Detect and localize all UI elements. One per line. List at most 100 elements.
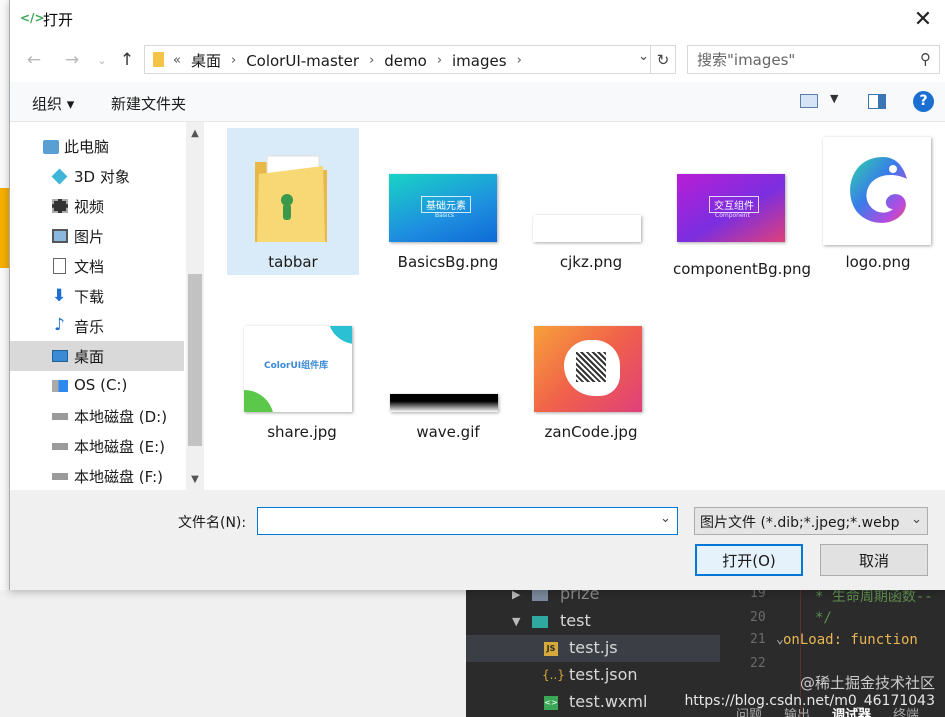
cancel-button[interactable]: 取消 xyxy=(820,544,928,576)
file-name: wave.gif xyxy=(416,423,480,441)
tree-item-label: test.js xyxy=(569,638,618,657)
recent-locations-button[interactable]: ⌄ xyxy=(90,47,114,73)
arrow-left-icon: ← xyxy=(26,50,42,70)
open-button[interactable]: 打开(O) xyxy=(695,544,803,576)
tree-item-test-js[interactable]: JS test.js xyxy=(466,635,720,662)
nav-item-videos[interactable]: 视频 xyxy=(10,191,184,221)
file-item-tabbar[interactable]: tabbar xyxy=(227,128,359,275)
tree-item-label: prize xyxy=(560,590,600,603)
refresh-button[interactable]: ↻ xyxy=(650,46,675,73)
nav-item-this-pc[interactable]: 此电脑 xyxy=(10,131,184,161)
organize-menu[interactable]: 组织 ▾ xyxy=(32,93,74,114)
arrow-up-icon: ↑ xyxy=(119,50,135,70)
image-thumbnail: ColorUI组件库 xyxy=(244,326,352,412)
scrollbar-thumb[interactable] xyxy=(188,274,202,446)
tree-item-label: test.wxml xyxy=(569,692,648,711)
nav-item-label: 本地磁盘 (E:) xyxy=(74,438,166,456)
close-button[interactable]: ✕ xyxy=(900,0,945,38)
view-options-icon[interactable] xyxy=(800,94,818,108)
file-name: tabbar xyxy=(268,253,318,271)
nav-item-pictures[interactable]: 图片 xyxy=(10,221,184,251)
tree-item-test[interactable]: ▼ test xyxy=(466,608,720,635)
nav-item-drive-d[interactable]: 本地磁盘 (D:) xyxy=(10,401,184,431)
file-item-logo[interactable]: logo.png xyxy=(812,128,944,275)
nav-item-drive-f[interactable]: 本地磁盘 (F:) xyxy=(10,461,184,491)
nav-item-music[interactable]: ♪ 音乐 xyxy=(10,311,184,341)
chevron-up-icon[interactable]: ▲ xyxy=(186,124,204,142)
back-button[interactable]: ← xyxy=(22,47,46,73)
tree-item-label: test.json xyxy=(569,665,638,684)
thumbnail-caption: 基础元素 xyxy=(421,196,471,213)
search-icon[interactable]: ⚲ xyxy=(920,50,931,68)
chevron-right-icon[interactable]: › xyxy=(369,53,374,68)
nav-item-desktop[interactable]: 桌面 xyxy=(10,341,184,371)
dialog-title: 打开 xyxy=(43,11,74,29)
chevron-down-icon[interactable]: ⌄ xyxy=(638,49,649,64)
file-list: tabbar 基础元素 Basics BasicsBg.png cjkz.png… xyxy=(214,122,945,490)
file-item-share[interactable]: ColorUI组件库 share.jpg xyxy=(236,318,368,448)
qr-code-icon xyxy=(576,352,606,382)
chevron-down-icon: ⌄ xyxy=(911,512,922,527)
chevron-down-icon: ⌄ xyxy=(97,53,107,67)
help-icon[interactable]: ? xyxy=(913,91,934,112)
code-line: * 生命周期函数-- xyxy=(815,590,933,605)
chevron-down-icon: ▼ xyxy=(512,615,521,628)
file-name: componentBg.png xyxy=(673,260,811,278)
nav-item-drive-e[interactable]: 本地磁盘 (E:) xyxy=(10,431,184,461)
nav-item-label: 文档 xyxy=(74,258,105,276)
breadcrumb-demo[interactable]: demo xyxy=(384,52,427,70)
nav-item-documents[interactable]: 文档 xyxy=(10,251,184,281)
chevron-right-icon[interactable]: › xyxy=(437,53,442,68)
filename-label: 文件名(N): xyxy=(178,515,247,531)
preview-pane-icon[interactable] xyxy=(868,94,886,109)
drive-icon xyxy=(52,473,68,480)
nav-item-label: 本地磁盘 (D:) xyxy=(74,408,168,426)
file-item-cjkz[interactable]: cjkz.png xyxy=(525,128,657,275)
chevron-right-icon[interactable]: › xyxy=(231,53,236,68)
tree-item-test-json[interactable]: {..} test.json xyxy=(466,662,720,689)
new-folder-button[interactable]: 新建文件夹 xyxy=(111,93,186,114)
line-number: 20 xyxy=(750,610,766,625)
tree-item-test-wxml[interactable]: <> test.wxml xyxy=(466,689,720,716)
file-item-componentbg[interactable]: 交互组件 Component componentBg.png xyxy=(669,128,811,298)
refresh-icon: ↻ xyxy=(656,50,670,69)
dialog-titlebar[interactable]: </> 打开 ✕ xyxy=(10,0,945,38)
breadcrumb-overflow[interactable]: « xyxy=(173,53,181,68)
navigation-bar: ← → ⌄ ↑ « 桌面 › ColorUI-master › demo › i… xyxy=(10,38,945,82)
js-file-icon: JS xyxy=(544,642,558,656)
tree-item-prize[interactable]: ▶ prize xyxy=(466,590,720,608)
nav-item-label: 视频 xyxy=(74,198,105,216)
nav-item-label: 此电脑 xyxy=(64,138,110,156)
thumbnail-caption: ColorUI组件库 xyxy=(264,361,329,371)
chevron-down-icon[interactable]: ⌄ xyxy=(660,511,671,526)
chevron-down-icon[interactable]: ▼ xyxy=(186,470,204,488)
wxml-file-icon: <> xyxy=(544,696,558,710)
file-item-wave[interactable]: wave.gif xyxy=(382,318,514,448)
documents-icon xyxy=(53,258,66,274)
nav-item-os-c[interactable]: OS (C:) xyxy=(10,371,184,401)
line-number: 22 xyxy=(750,656,766,671)
search-input[interactable] xyxy=(688,46,908,73)
nav-scrollbar[interactable]: ▲ ▼ xyxy=(186,122,204,490)
chevron-right-icon[interactable]: › xyxy=(517,53,522,68)
file-item-basicsbg[interactable]: 基础元素 Basics BasicsBg.png xyxy=(382,128,514,275)
forward-button[interactable]: → xyxy=(60,47,84,73)
filetype-select[interactable]: 图片文件 (*.dib;*.jpeg;*.webp ⌄ xyxy=(694,507,928,535)
breadcrumb-desktop[interactable]: 桌面 xyxy=(191,50,221,71)
address-bar[interactable]: « 桌面 › ColorUI-master › demo › images › … xyxy=(144,45,676,74)
drive-icon xyxy=(52,413,68,420)
nav-item-downloads[interactable]: ⬇ 下载 xyxy=(10,281,184,311)
breadcrumb-images[interactable]: images xyxy=(452,52,507,70)
image-thumbnail xyxy=(390,394,498,412)
up-button[interactable]: ↑ xyxy=(115,47,139,73)
file-name: cjkz.png xyxy=(559,253,623,271)
nav-item-3d-objects[interactable]: 3D 对象 xyxy=(10,161,184,191)
file-item-zancode[interactable]: zanCode.jpg xyxy=(525,318,657,448)
json-file-icon: {..} xyxy=(542,668,565,682)
breadcrumb-colorui-master[interactable]: ColorUI-master xyxy=(246,52,359,70)
chevron-down-icon[interactable]: ▼ xyxy=(830,92,838,105)
drive-icon xyxy=(52,443,68,450)
filename-input[interactable] xyxy=(257,507,678,535)
search-box[interactable]: ⚲ xyxy=(687,45,940,74)
nav-item-label: 图片 xyxy=(74,228,105,246)
